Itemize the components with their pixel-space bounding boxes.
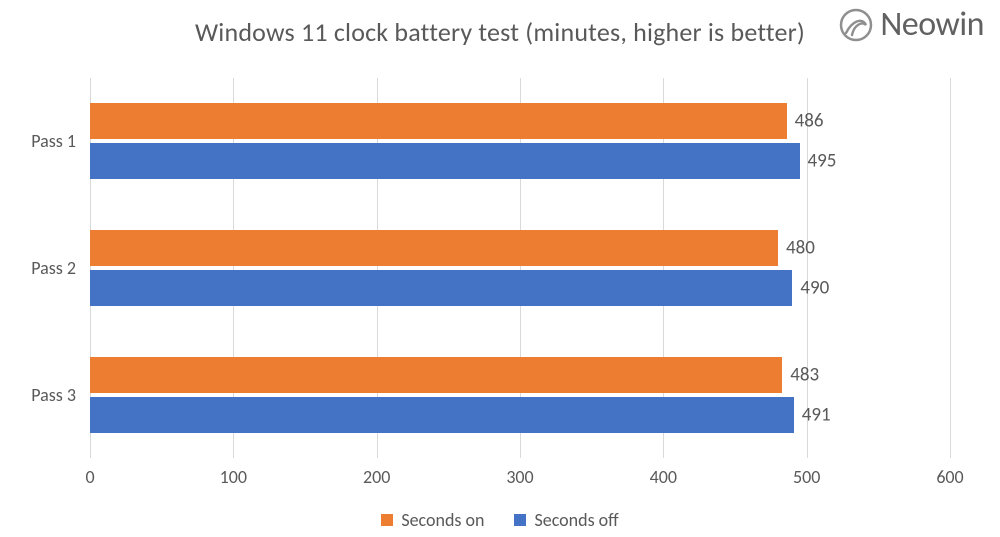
plot-area: 0100200300400500600Pass 1486495Pass 2480… [90,78,950,458]
grid-line [807,78,808,458]
bar-value-label: 483 [782,363,819,386]
bar-seconds-on: 480 [90,230,778,266]
x-tick-label: 400 [650,458,677,488]
bar-value-label: 495 [800,150,837,173]
bar-seconds-on: 486 [90,103,787,139]
x-tick-label: 200 [363,458,390,488]
x-tick-label: 600 [936,458,963,488]
category-label: Pass 2 [31,257,90,279]
bar-seconds-off: 491 [90,397,794,433]
bar-seconds-off: 490 [90,270,792,306]
chart-container: Windows 11 clock battery test (minutes, … [0,0,1000,537]
grid-line [950,78,951,458]
x-tick-label: 0 [85,458,94,488]
watermark-logo: Neowin [838,4,984,45]
x-tick-label: 100 [220,458,247,488]
bar-value-label: 491 [794,403,831,426]
legend-item-seconds-off: Seconds off [514,509,618,531]
category-label: Pass 3 [31,384,90,406]
legend-swatch-on [381,514,393,526]
bar-seconds-off: 495 [90,143,800,179]
legend-item-seconds-on: Seconds on [381,509,484,531]
chart-title: Windows 11 clock battery test (minutes, … [195,16,805,48]
x-tick-label: 300 [506,458,533,488]
legend-label-on: Seconds on [401,509,484,531]
legend-label-off: Seconds off [534,509,618,531]
bar-value-label: 486 [787,110,824,133]
legend: Seconds on Seconds off [0,509,1000,531]
bar-seconds-on: 483 [90,357,782,393]
category-label: Pass 1 [31,130,90,152]
legend-swatch-off [514,514,526,526]
neowin-swirl-icon [838,7,874,43]
bar-value-label: 490 [792,277,829,300]
x-tick-label: 500 [793,458,820,488]
watermark-text: Neowin [880,4,984,45]
bar-value-label: 480 [778,237,815,260]
